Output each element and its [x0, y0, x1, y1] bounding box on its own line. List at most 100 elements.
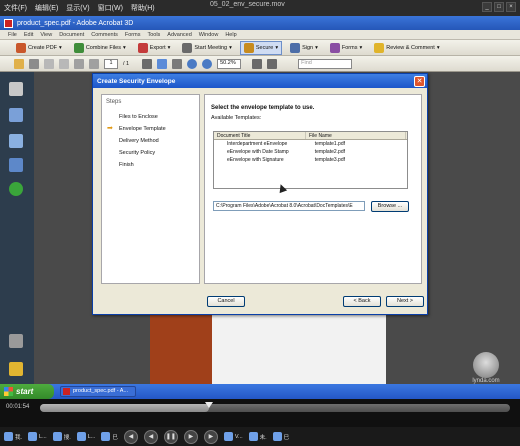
open-folder-icon[interactable]: [14, 58, 24, 69]
watermark-text: lynda.com: [472, 378, 500, 384]
menu-document[interactable]: Document: [59, 32, 84, 38]
combine-files-button[interactable]: Combine Files ▾: [70, 41, 130, 55]
menu-edit[interactable]: Edit: [24, 32, 33, 38]
app-icon: [4, 432, 13, 441]
step-forward-button[interactable]: ▶: [183, 429, 198, 444]
browse-button[interactable]: Browse ...: [371, 201, 409, 212]
menu-forms[interactable]: Forms: [125, 32, 141, 38]
fast-forward-button[interactable]: ▶: [203, 429, 218, 444]
template-row[interactable]: eEnvelope with Signature template3.pdf: [214, 156, 407, 164]
menu-help[interactable]: Help: [225, 32, 236, 38]
close-icon[interactable]: ✕: [414, 76, 425, 87]
playhead-icon[interactable]: [205, 402, 214, 408]
menu-advanced[interactable]: Advanced: [167, 32, 191, 38]
tray-item[interactable]: 我.: [4, 432, 22, 441]
column-file-name[interactable]: File Name: [306, 132, 406, 139]
save-icon[interactable]: [59, 58, 69, 69]
menu-comments[interactable]: Comments: [91, 32, 118, 38]
tray-item[interactable]: V...: [223, 432, 243, 441]
player-controls: 00:01:54 我. L... 搜. L... 巳 ◀ ◀ ❚❚ ▶ ▶ V.…: [0, 399, 520, 446]
combine-files-label: Combine Files: [85, 44, 121, 51]
current-step-arrow-icon: ➡: [107, 125, 113, 132]
player-menu-window[interactable]: 窗口(W): [98, 3, 123, 13]
tray-item[interactable]: L...: [28, 432, 47, 441]
zoom-out-icon[interactable]: [187, 58, 198, 69]
scrub-bar[interactable]: [40, 402, 510, 412]
paperclip-icon[interactable]: [9, 334, 23, 348]
template-row[interactable]: eEnvelope with Date Stamp template2.pdf: [214, 148, 407, 156]
pause-button[interactable]: ❚❚: [163, 429, 178, 444]
comments-icon[interactable]: [9, 362, 23, 376]
maximize-icon[interactable]: □: [494, 2, 504, 12]
page-number-input[interactable]: 1: [104, 58, 118, 69]
fit-width-icon[interactable]: [267, 58, 278, 69]
step-back-button[interactable]: ◀: [143, 429, 158, 444]
taskbar-item-acrobat[interactable]: product_spec.pdf - A...: [60, 386, 136, 397]
email-icon[interactable]: [44, 58, 54, 69]
back-button[interactable]: < Back: [343, 296, 381, 307]
pages-icon[interactable]: [9, 82, 23, 96]
task-toolbar: Create PDF ▾ Combine Files ▾ Export ▾ Start…: [0, 40, 520, 56]
start-button[interactable]: start: [0, 384, 54, 399]
navigation-toolbar: 1 / 1 50.2% Find: [0, 56, 520, 72]
tray-item[interactable]: 巳: [101, 432, 118, 441]
minimize-icon[interactable]: _: [482, 2, 492, 12]
layers-icon[interactable]: [9, 158, 23, 172]
tray-item[interactable]: 未.: [248, 432, 267, 441]
step-finish: Finish: [119, 162, 134, 168]
print-icon[interactable]: [29, 58, 39, 69]
menu-view[interactable]: View: [40, 32, 52, 38]
next-page-icon[interactable]: [89, 58, 99, 69]
prev-page-icon[interactable]: [74, 58, 84, 69]
zoom-level-input[interactable]: 50.2%: [217, 58, 242, 69]
bookmarks-icon[interactable]: [9, 108, 23, 122]
zoom-in-icon[interactable]: [202, 58, 213, 69]
template-path-field[interactable]: C:\Program Files\Adobe\Acrobat 8.0\Acrob…: [213, 201, 365, 211]
acrobat-menubar: File Edit View Document Comments Forms T…: [0, 30, 520, 40]
template-list[interactable]: Document Title File Name Interdepartment…: [213, 131, 408, 189]
tray-item[interactable]: 巳: [272, 432, 289, 441]
sign-button[interactable]: Sign ▾: [286, 41, 322, 55]
step-delivery-method: Delivery Method: [119, 138, 159, 144]
tray-item[interactable]: 搜.: [52, 432, 71, 441]
navigation-panel: [0, 72, 34, 384]
pdf-doc-icon: [63, 388, 70, 395]
cancel-button[interactable]: Cancel: [207, 296, 245, 307]
menu-tools[interactable]: Tools: [147, 32, 160, 38]
next-button[interactable]: Next >: [386, 296, 424, 307]
hand-tool-icon[interactable]: [157, 58, 168, 69]
attachments-icon[interactable]: [9, 182, 23, 196]
rewind-button[interactable]: ◀: [123, 429, 138, 444]
steps-header: Steps: [106, 99, 122, 105]
menu-window[interactable]: Window: [199, 32, 219, 38]
export-button[interactable]: Export ▾: [134, 41, 175, 55]
create-pdf-button[interactable]: Create PDF ▾: [12, 41, 66, 55]
secure-button[interactable]: Secure ▾: [239, 40, 283, 55]
close-icon[interactable]: ×: [506, 2, 516, 12]
player-menu-edit[interactable]: 编辑(E): [35, 3, 58, 13]
template-row[interactable]: Interdepartment eEnvelope template1.pdf: [214, 140, 407, 148]
forms-button[interactable]: Forms ▾: [326, 41, 366, 55]
app-icon: [52, 432, 62, 441]
available-templates-label: Available Templates:: [211, 115, 262, 121]
player-menu-file[interactable]: 文件(F): [4, 3, 27, 13]
comment-icon: [374, 42, 385, 53]
timecode: 00:01:54: [6, 404, 30, 410]
review-comment-label: Review & Comment: [386, 44, 435, 51]
fit-page-icon[interactable]: [252, 58, 263, 69]
tray-item[interactable]: L...: [76, 432, 95, 441]
start-meeting-button[interactable]: Start Meeting ▾: [178, 41, 235, 55]
menu-file[interactable]: File: [8, 32, 17, 38]
column-document-title[interactable]: Document Title: [214, 132, 306, 139]
zoom-tool-icon[interactable]: [172, 58, 183, 69]
combine-files-icon: [73, 42, 84, 53]
secure-label: Secure: [255, 44, 274, 51]
system-tray: 我. L... 搜. L... 巳 ◀ ◀ ❚❚ ▶ ▶ V... 未. 巳: [0, 427, 520, 446]
signatures-icon[interactable]: [9, 134, 23, 148]
find-input[interactable]: Find: [298, 58, 353, 69]
review-comment-button[interactable]: Review & Comment ▾: [370, 41, 443, 55]
player-menu-view[interactable]: 显示(V): [66, 3, 89, 13]
select-tool-icon[interactable]: [142, 58, 153, 69]
player-menu-help[interactable]: 帮助(H): [131, 3, 155, 13]
start-label: start: [16, 387, 34, 396]
